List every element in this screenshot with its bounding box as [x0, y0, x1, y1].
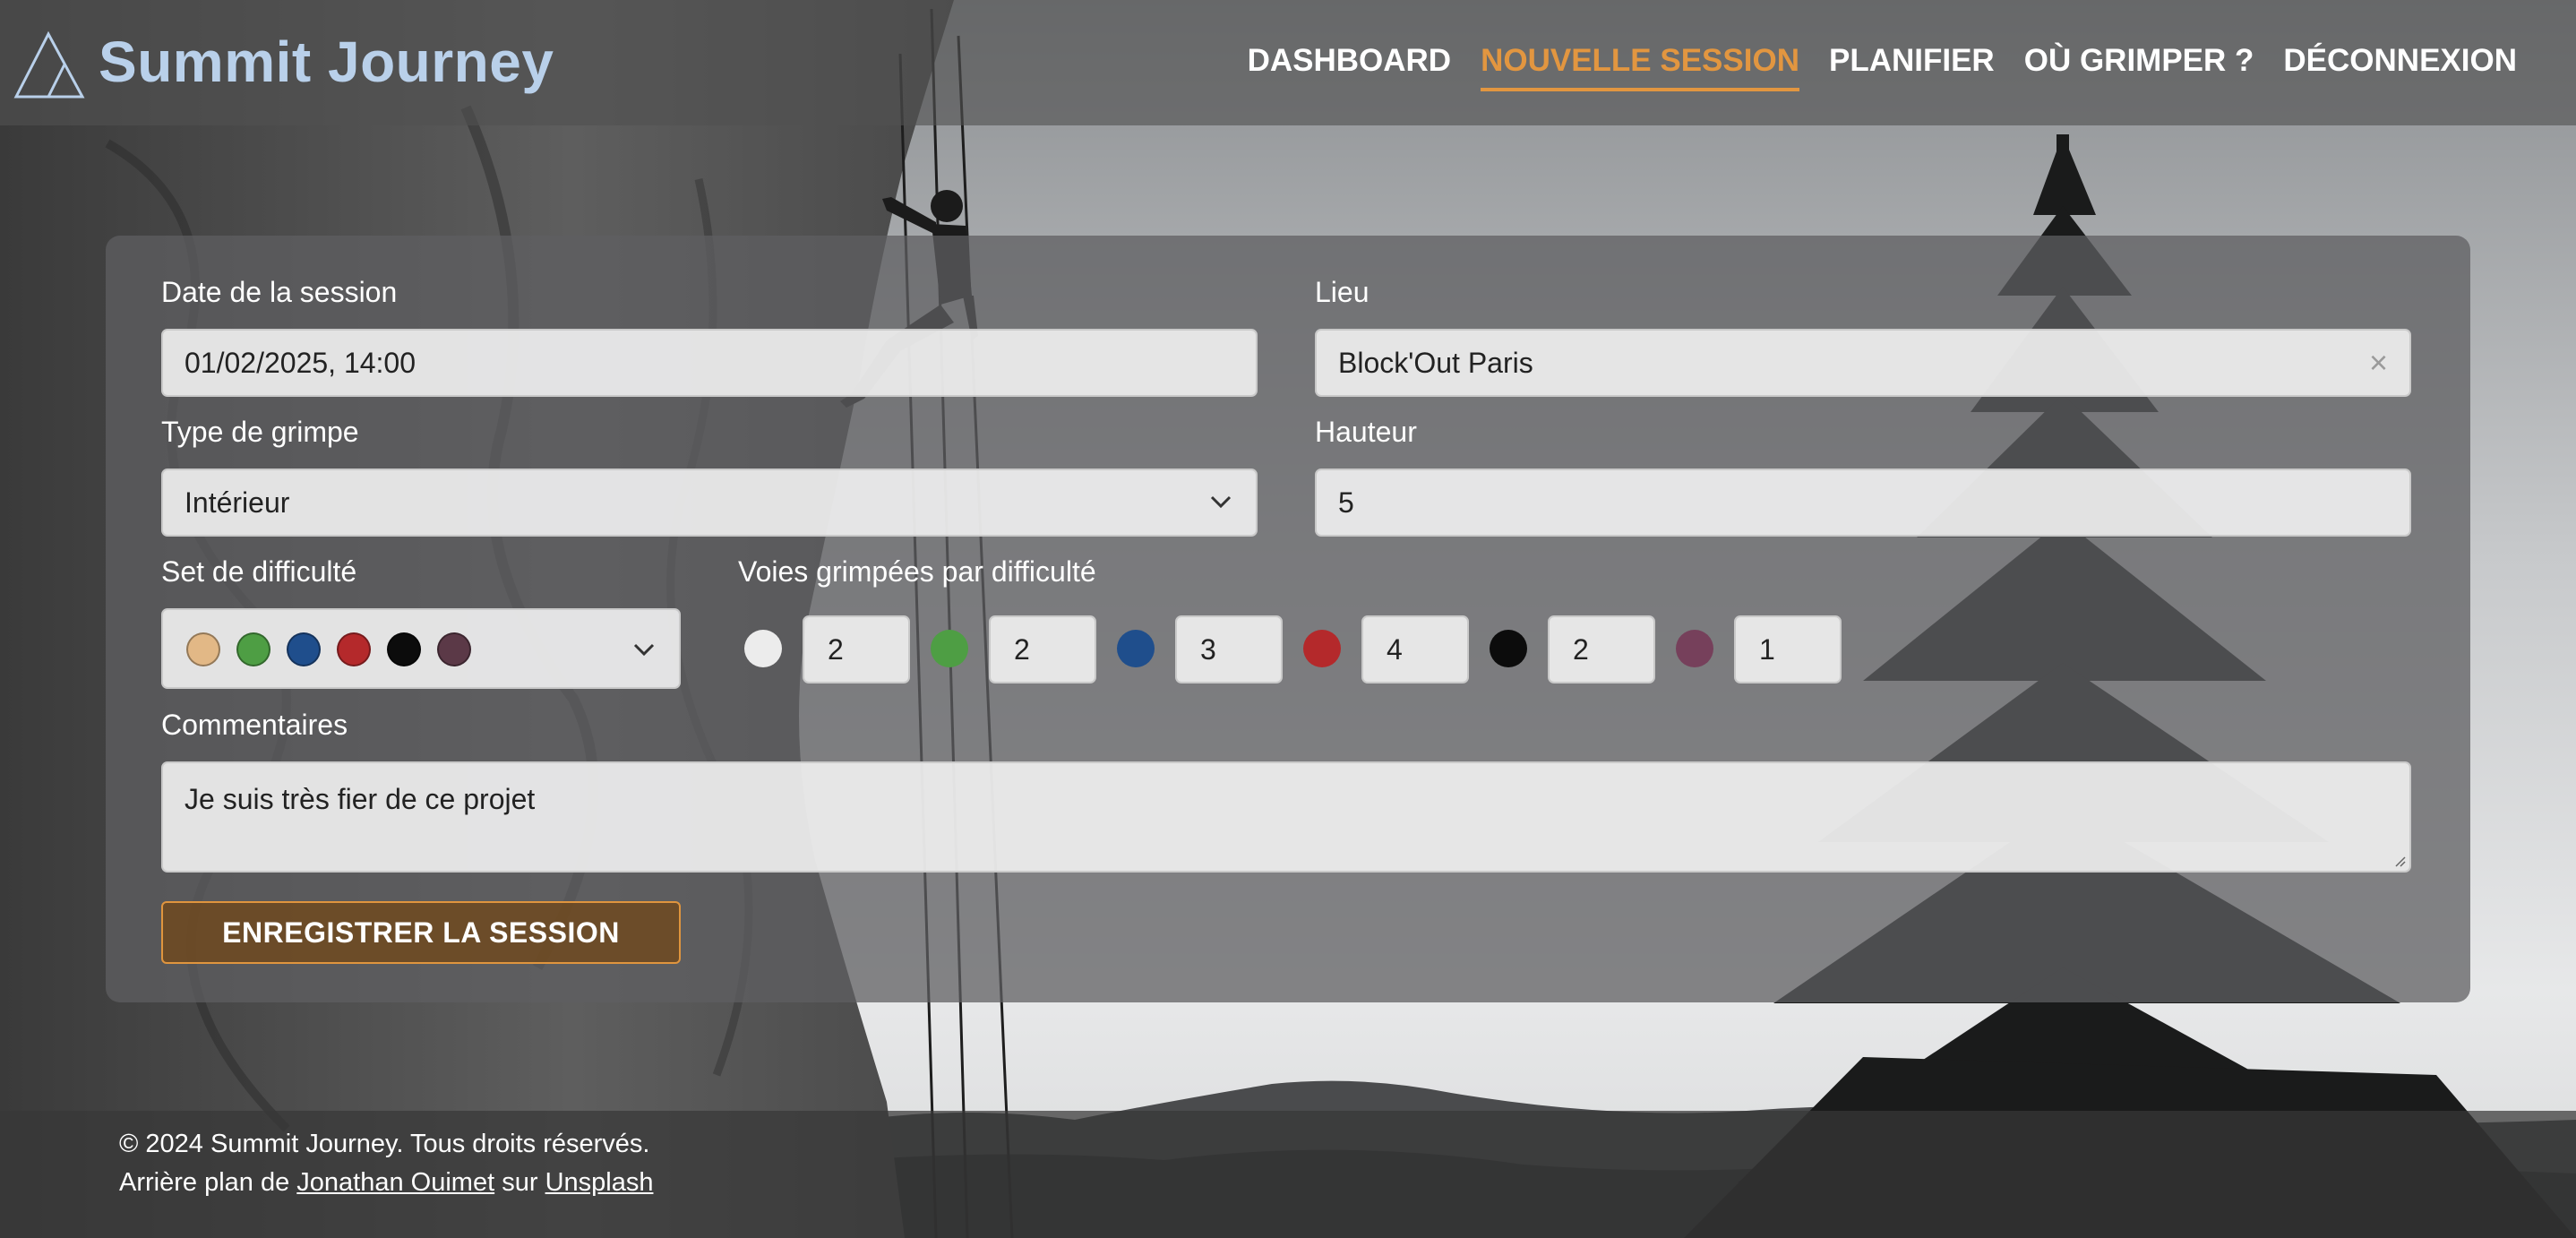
- resize-handle-icon[interactable]: [2391, 853, 2406, 867]
- swatch-dot: [236, 632, 270, 666]
- route-count-input[interactable]: 1: [1734, 615, 1842, 683]
- route-count-input[interactable]: 2: [803, 615, 910, 683]
- lieu-input[interactable]: Block'Out Paris ×: [1315, 329, 2411, 397]
- unsplash-link[interactable]: Unsplash: [545, 1168, 654, 1197]
- type-label: Type de grimpe: [161, 416, 359, 448]
- swatch-dot: [186, 632, 220, 666]
- brand-title[interactable]: Summit Journey: [99, 29, 554, 95]
- difficulty-color-dot: [1117, 630, 1155, 667]
- save-session-button[interactable]: ENREGISTRER LA SESSION: [161, 901, 681, 964]
- clear-icon[interactable]: ×: [2369, 331, 2388, 395]
- type-select[interactable]: Intérieur: [161, 469, 1258, 537]
- comment-value: Je suis très fier de ce projet: [185, 783, 536, 815]
- swatch-dot: [387, 632, 421, 666]
- photo-credit: Arrière plan de Jonathan Ouimet sur Unsp…: [119, 1168, 653, 1198]
- type-value: Intérieur: [185, 486, 290, 519]
- difficulty-color-dot: [1676, 630, 1713, 667]
- route-count-input[interactable]: 2: [989, 615, 1096, 683]
- credit-prefix: Arrière plan de: [119, 1168, 290, 1197]
- route-count-input[interactable]: 3: [1175, 615, 1283, 683]
- nav-planifier[interactable]: PLANIFIER: [1829, 43, 1995, 91]
- difficulty-color-swatches: [186, 632, 471, 666]
- swatch-dot: [437, 632, 471, 666]
- chevron-down-icon: [633, 643, 655, 657]
- lieu-label: Lieu: [1315, 276, 1370, 308]
- difficulty-color-dot: [931, 630, 968, 667]
- session-form-card: Date de la session 01/02/2025, 14:00 Lie…: [106, 236, 2470, 1002]
- nav-deconnexion[interactable]: DÉCONNEXION: [2283, 43, 2517, 91]
- nav-ou-grimper[interactable]: OÙ GRIMPER ?: [2024, 43, 2254, 91]
- hauteur-label: Hauteur: [1315, 416, 1417, 448]
- lieu-value: Block'Out Paris: [1338, 347, 1533, 379]
- comment-label: Commentaires: [161, 709, 348, 741]
- credit-mid: sur: [502, 1168, 538, 1197]
- voies-label: Voies grimpées par difficulté: [738, 555, 1096, 588]
- swatch-dot: [287, 632, 321, 666]
- mountain-logo-icon[interactable]: [13, 27, 86, 100]
- set-label: Set de difficulté: [161, 555, 357, 588]
- nav-nouvelle-session[interactable]: NOUVELLE SESSION: [1481, 43, 1799, 91]
- date-label: Date de la session: [161, 276, 398, 308]
- photographer-link[interactable]: Jonathan Ouimet: [296, 1168, 494, 1197]
- swatch-dot: [337, 632, 371, 666]
- nav-dashboard[interactable]: DASHBOARD: [1248, 43, 1452, 91]
- route-count-input[interactable]: 2: [1548, 615, 1655, 683]
- route-count-input[interactable]: 4: [1361, 615, 1469, 683]
- top-navbar: Summit Journey DASHBOARD NOUVELLE SESSIO…: [0, 0, 2576, 125]
- date-input[interactable]: 01/02/2025, 14:00: [161, 329, 1258, 397]
- difficulty-color-dot: [744, 630, 782, 667]
- difficulty-color-dot: [1490, 630, 1527, 667]
- copyright-text: © 2024 Summit Journey. Tous droits réser…: [119, 1130, 650, 1158]
- hauteur-input[interactable]: 5: [1315, 469, 2411, 537]
- chevron-down-icon: [1210, 495, 1232, 509]
- comment-textarea[interactable]: Je suis très fier de ce projet: [161, 761, 2411, 873]
- difficulty-color-dot: [1303, 630, 1341, 667]
- page-footer: © 2024 Summit Journey. Tous droits réser…: [0, 1111, 2576, 1238]
- main-nav: DASHBOARD NOUVELLE SESSION PLANIFIER OÙ …: [1248, 43, 2517, 91]
- difficulty-set-select[interactable]: [161, 608, 681, 689]
